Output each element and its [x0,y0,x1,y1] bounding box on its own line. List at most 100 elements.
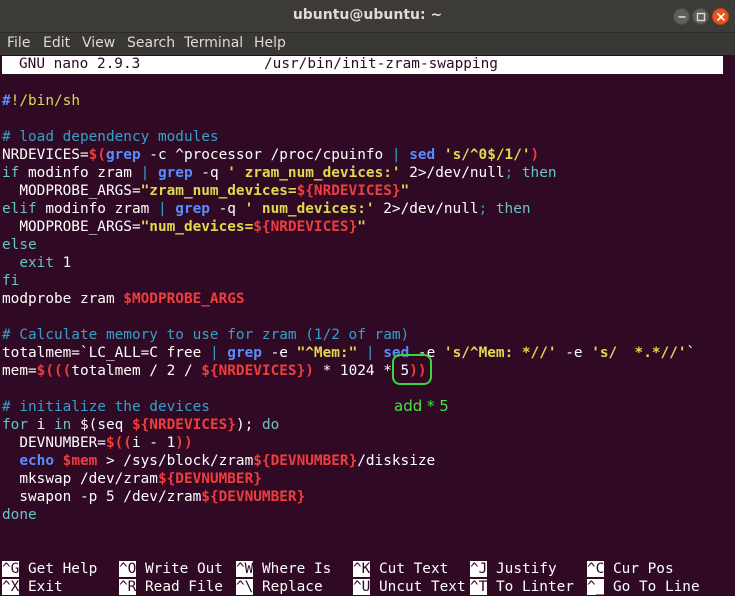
shortcut-key: ^\ [236,579,254,595]
shortcut-to-linter: ^T To Linter [470,578,574,596]
menu-file[interactable]: File [7,35,30,51]
code-token: fi [2,273,20,289]
code-token: ) [305,363,314,379]
code-line: swapon -p 5 /dev/zram${DEVNUMBER} [2,488,305,506]
shortcut-label: Uncut Text [370,579,466,595]
code-token: | [157,201,167,217]
code-token: 2>/dev/null [374,201,479,217]
shortcut-label: Read File [136,579,223,595]
code-token: # [2,93,11,109]
shortcut-cur-pos: ^C Cur Pos [587,560,674,578]
code-token: 2>/dev/null [400,165,505,181]
menu-search[interactable]: Search [127,35,175,51]
code-token: in [54,417,72,433]
code-token: )) [175,435,193,451]
code-token: MODPROBE_ARGS= [2,183,141,199]
shortcut-key: ^W [236,561,254,577]
shortcut-label: To Linter [487,579,574,595]
annotation-highlight-ring [392,354,432,385]
code-token: ' num_devices:' [244,201,375,217]
terminal-area[interactable]: GNU nano 2.9.3 /usr/bin/init-zram-swappi… [0,55,735,596]
shortcut-label: Replace [253,579,323,595]
code-token: modinfo zram [19,165,141,181]
shortcut-key: ^R [119,579,137,595]
code-token: if [2,165,20,181]
code-token: totalmem / 2 / [71,363,202,379]
shortcut-label: Cur Pos [604,561,674,577]
code-token: grep [157,165,193,181]
code-token: | [391,147,401,163]
code-token: MODPROBE_ARGS= [2,219,141,235]
menu-help[interactable]: Help [254,35,286,51]
code-token: | [140,165,150,181]
code-token: 1 [53,255,72,271]
code-token: then [495,201,531,217]
code-token: mem= [2,363,37,379]
code-line: DEVNUMBER=$((i - 1)) [2,434,193,452]
shortcut-justify: ^J Justify [470,560,557,578]
code-line: done [2,506,37,524]
close-icon[interactable] [712,8,729,25]
code-token: ); [235,417,262,433]
code-line: for i in $(seq ${NRDEVICES}); do [2,416,279,434]
maximize-icon[interactable] [692,8,709,25]
code-token: -q [209,201,245,217]
menu-terminal[interactable]: Terminal [184,35,243,51]
shortcut-where-is: ^W Where Is [236,560,331,578]
code-token: i - 1 [131,435,176,451]
code-token: grep [227,345,262,361]
menu-edit[interactable]: Edit [43,35,70,51]
menubar: File Edit View Search Terminal Help [0,33,735,55]
code-token: ${NRDEVICES} [253,219,358,235]
code-token: elif [2,201,37,217]
shortcut-key: ^G [2,561,20,577]
shortcut-label: Write Out [136,561,223,577]
shortcut-label: Where Is [253,561,332,577]
code-token: modprobe zram [2,291,124,307]
code-line: # load dependency modules [2,128,219,146]
code-line: fi [2,272,19,290]
code-token: modinfo zram [36,201,158,217]
code-line: # initialize the devices [2,398,210,416]
shortcut-label: Cut Text [370,561,449,577]
shortcut-key: ^U [353,579,371,595]
menu-view[interactable]: View [82,35,115,51]
code-token: DEVNUMBER= [2,435,106,451]
shortcut-get-help: ^G Get Help [2,560,97,578]
code-token: exit [19,255,54,271]
code-token: # Calculate memory to use for zram (1/2 … [2,327,410,343]
code-token: $( [88,147,106,163]
code-token: "num_devices= [140,219,254,235]
code-token: else [2,237,37,253]
code-token: "^Mem:" [296,345,358,361]
code-token: 's/ *.*//' [591,345,687,361]
code-token: $(seq [71,417,132,433]
code-token: " [357,219,366,235]
minimize-icon[interactable] [673,8,690,25]
code-token: 's/^Mem: *//' [443,345,557,361]
shortcut-label: Go To Line [604,579,700,595]
shortcut-label: Exit [19,579,63,595]
code-token: ) [530,147,540,163]
code-token: > /sys/block/zram [97,453,254,469]
code-line: if modinfo zram | grep -q ' zram_num_dev… [2,164,557,182]
code-line: echo $mem > /sys/block/zram${DEVNUMBER}/… [2,452,435,470]
code-token: -e [556,345,592,361]
code-token: " [400,183,410,199]
code-line: # Calculate memory to use for zram (1/2 … [2,326,409,344]
code-line: mem=$(((totalmem / 2 / ${NRDEVICES}) * 1… [2,362,427,380]
code-token: ${NRDEVICES} [201,363,306,379]
code-token: ${DEVNUMBER} [201,489,306,505]
code-token: mkswap /dev/zram [2,471,158,487]
nano-filename: /usr/bin/init-zram-swapping [264,56,498,72]
shortcut-key: ^X [2,579,20,595]
code-token: ${DEVNUMBER} [157,471,262,487]
code-token: "zram_num_devices= [140,183,297,199]
code-line: MODPROBE_ARGS="num_devices=${NRDEVICES}" [2,218,366,236]
